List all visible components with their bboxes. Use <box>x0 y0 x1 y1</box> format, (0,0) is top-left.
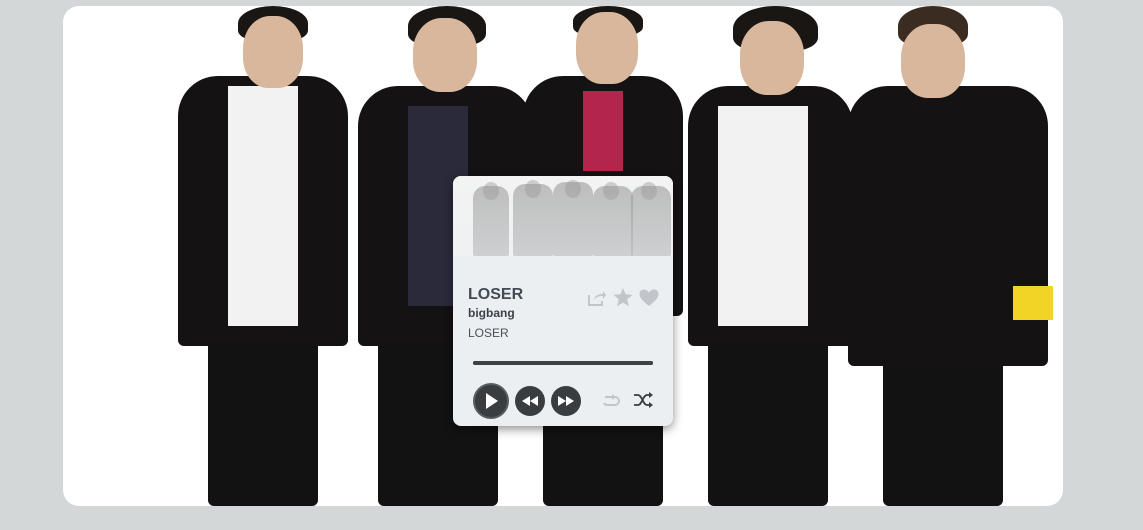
playback-options <box>601 392 653 413</box>
band-member-figure <box>678 6 858 506</box>
share-icon[interactable] <box>587 289 607 307</box>
fast-forward-icon <box>558 396 574 406</box>
band-member-figure <box>163 6 363 506</box>
track-actions <box>587 288 659 307</box>
album-cover <box>453 176 673 256</box>
heart-icon[interactable] <box>639 289 659 307</box>
band-member-figure <box>843 6 1053 506</box>
rewind-button[interactable] <box>515 386 545 416</box>
playback-controls <box>473 383 581 419</box>
progress-bar[interactable] <box>473 361 653 365</box>
shuffle-icon[interactable] <box>633 392 653 413</box>
repeat-icon[interactable] <box>601 393 621 412</box>
play-button[interactable] <box>473 383 509 419</box>
track-title: LOSER <box>468 286 524 303</box>
fast-forward-button[interactable] <box>551 386 581 416</box>
track-artist: bigbang <box>468 306 515 320</box>
progress-fill <box>473 361 653 365</box>
play-icon <box>486 393 498 409</box>
rewind-icon <box>522 396 538 406</box>
star-icon[interactable] <box>613 288 633 307</box>
track-album: LOSER <box>468 326 509 340</box>
music-player-card: LOSER bigbang LOSER <box>453 176 673 426</box>
